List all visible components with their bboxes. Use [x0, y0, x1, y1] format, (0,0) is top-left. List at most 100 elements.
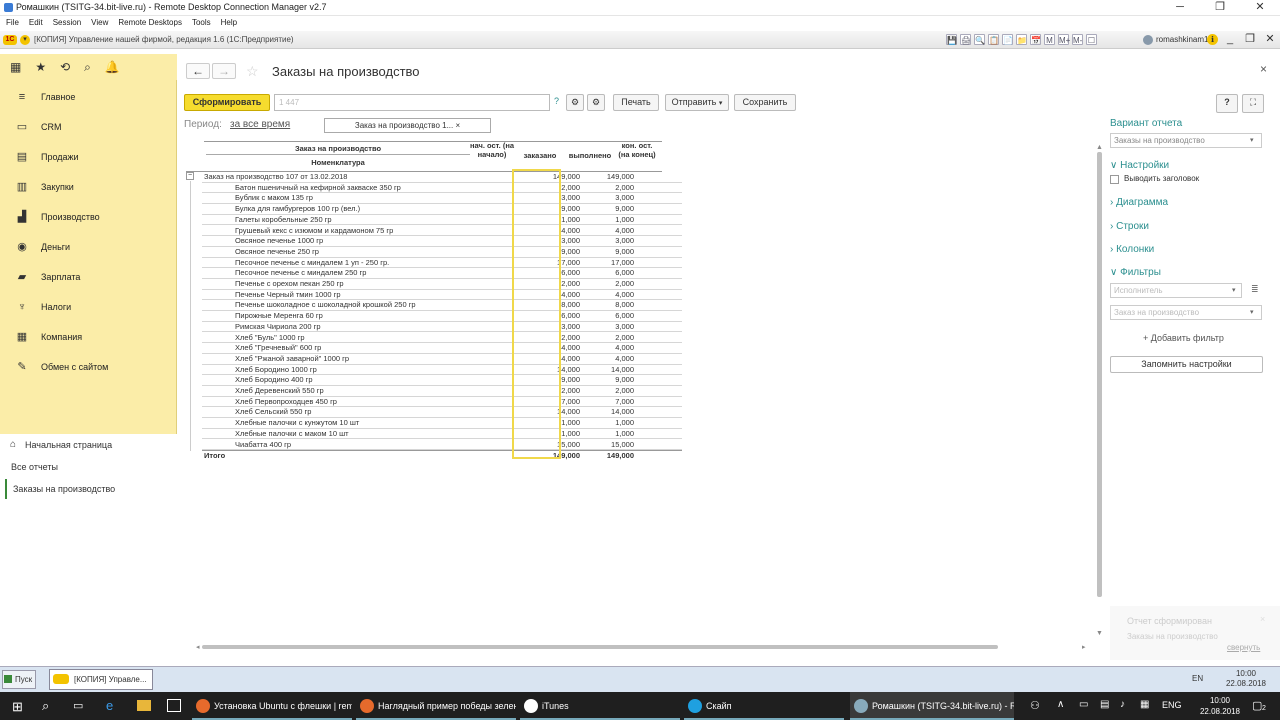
generate-button[interactable]: Сформировать [184, 94, 270, 111]
remember-settings-button[interactable]: Запомнить настройки [1110, 356, 1263, 373]
menu-edit[interactable]: Edit [29, 16, 43, 30]
section-production[interactable]: ▟ Производство [0, 202, 177, 232]
table-row[interactable]: Грушевый кекс с изюмом и кардамоном 75 г… [202, 226, 682, 237]
table-row[interactable]: Галеты коробельные 250 гр 1,000 1,000 [202, 215, 682, 226]
document-icon[interactable]: 📄 [1002, 34, 1013, 45]
app-minimize-button[interactable]: _ [1220, 32, 1240, 48]
settings-group[interactable]: ∨ Настройки [1110, 160, 1169, 171]
filters-group[interactable]: ∨ Фильтры [1110, 267, 1161, 278]
taskbar-task-rdcman[interactable]: Ромашкин (TSITG-34.bit-live.ru) - R... [850, 692, 1014, 720]
table-row[interactable]: Овсяное печенье 250 гр 9,000 9,000 [202, 247, 682, 258]
period-link[interactable]: за все время [230, 119, 290, 130]
search-input[interactable]: 1 447 [274, 94, 550, 111]
table-row[interactable]: Песочное печенье с миндалем 1 уп - 250 г… [202, 258, 682, 269]
vertical-scrollbar[interactable] [1097, 152, 1102, 597]
rd-language-indicator[interactable]: EN [1192, 674, 1203, 683]
scroll-left-icon[interactable]: ◂ [196, 643, 200, 651]
table-row[interactable]: Печенье шоколадное с шоколадной крошкой … [202, 300, 682, 312]
history-icon[interactable]: ⟲ [60, 60, 70, 74]
section-money[interactable]: ◉ Деньги [0, 232, 177, 262]
edge-icon[interactable]: e [106, 698, 113, 713]
store-icon[interactable] [167, 699, 181, 712]
copy-icon[interactable]: 📋 [988, 34, 999, 45]
section-main[interactable]: ≡ Главное [0, 82, 177, 112]
menu-remote-desktops[interactable]: Remote Desktops [118, 16, 182, 30]
collapse-group-icon[interactable]: − [186, 172, 194, 180]
table-row[interactable]: Овсяное печенье 1000 гр 3,000 3,000 [202, 236, 682, 247]
section-sales[interactable]: ▤ Продажи [0, 142, 177, 172]
columns-group[interactable]: › Колонки [1110, 244, 1154, 255]
save-button[interactable]: Сохранить [734, 94, 796, 111]
user-name[interactable]: romashkinam1 [1156, 35, 1208, 44]
report-filter-field[interactable]: Заказ на производство 1... × [324, 118, 491, 133]
back-button[interactable]: ← [186, 63, 210, 79]
table-row[interactable]: Хлеб "Гречневый" 600 гр 4,000 4,000 [202, 343, 682, 354]
apps-icon[interactable]: ▦ [10, 60, 21, 74]
search-icon[interactable]: ⌕ [84, 60, 91, 75]
section-purchases[interactable]: ▥ Закупки [0, 172, 177, 202]
memory-icon[interactable]: M [1044, 34, 1055, 45]
bell-icon[interactable]: 🔔 [105, 60, 120, 74]
table-row[interactable]: Римская Чириола 200 гр 3,000 3,000 [202, 322, 682, 333]
forward-button[interactable]: → [212, 63, 236, 79]
table-row[interactable]: Хлеб Бородино 400 гр 9,000 9,000 [202, 375, 682, 386]
battery-icon[interactable]: ▭ [1079, 699, 1088, 710]
keyboard-icon[interactable]: ▦ [1140, 699, 1149, 710]
table-row[interactable]: Пирожные Меренга 60 гр 6,000 6,000 [202, 311, 682, 322]
filter-performer-input[interactable]: Исполнитель [1110, 283, 1242, 298]
search-icon[interactable]: ⌕ [42, 698, 49, 714]
menu-help[interactable]: Help [221, 16, 237, 30]
menu-file[interactable]: File [6, 16, 19, 30]
scroll-right-icon[interactable]: ▸ [1082, 643, 1086, 651]
calendar-icon[interactable]: 📅 [1030, 34, 1041, 45]
table-row[interactable]: Хлеб Деревенский 550 гр 2,000 2,000 [202, 386, 682, 397]
volume-icon[interactable]: ♪ [1120, 699, 1125, 710]
taskbar-task-itunes[interactable]: iTunes [520, 692, 680, 720]
table-row[interactable]: Хлеб Первопроходцев 450 гр 7,000 7,000 [202, 397, 682, 408]
variant-select[interactable]: Заказы на производство [1110, 133, 1262, 148]
save-icon[interactable]: 💾 [946, 34, 957, 45]
windows-start-icon[interactable]: ⊞ [12, 699, 23, 715]
star-icon[interactable]: ★ [35, 60, 46, 74]
diagram-group[interactable]: › Диаграмма [1110, 197, 1168, 208]
folder-icon[interactable]: 📁 [1016, 34, 1027, 45]
language-indicator[interactable]: ENG [1162, 700, 1182, 710]
help-button[interactable]: ? [1216, 94, 1238, 113]
table-row[interactable]: Чиабатта 400 гр 15,000 15,000 [202, 440, 682, 451]
people-icon[interactable]: ⚇ [1030, 699, 1040, 712]
close-button[interactable]: ✕ [1240, 0, 1280, 16]
menu-tools[interactable]: Tools [192, 16, 211, 30]
window-icon[interactable]: ☐ [1086, 34, 1097, 45]
preview-icon[interactable]: 🔍 [974, 34, 985, 45]
table-row[interactable]: Песочное печенье с миндалем 250 гр 6,000 6… [202, 268, 682, 279]
send-button[interactable]: Отправить ▾ [665, 94, 729, 111]
horizontal-scrollbar[interactable] [202, 645, 998, 649]
app-close-button[interactable]: ✕ [1260, 32, 1280, 48]
filter-dropdown-icon[interactable]: ▾ [1232, 286, 1236, 294]
minimize-button[interactable]: ─ [1160, 0, 1200, 16]
favorite-star-icon[interactable]: ☆ [246, 63, 259, 80]
table-row[interactable]: Бублик с маком 135 гр 3,000 3,000 [202, 193, 682, 205]
table-row[interactable]: Булка для гамбургеров 100 гр (вел.) 9,000… [202, 204, 682, 215]
table-row[interactable]: Хлеб "Ржаной заварной" 1000 гр 4,000 4,000 [202, 354, 682, 365]
scroll-down-icon[interactable]: ▼ [1096, 630, 1103, 637]
print-button[interactable]: Печать [613, 94, 659, 111]
add-filter-link[interactable]: + Добавить фильтр [1143, 333, 1224, 343]
nav-all-reports[interactable]: Все отчеты [5, 457, 177, 477]
rd-clock[interactable]: 10:00 22.08.2018 [1224, 669, 1268, 689]
section-salary[interactable]: ▰ Зарплата [0, 262, 177, 292]
memory-plus-icon[interactable]: M+ [1058, 34, 1070, 45]
info-icon[interactable]: ℹ [1207, 34, 1218, 45]
close-form-icon[interactable]: × [1260, 62, 1267, 76]
table-row[interactable]: Хлеб Сельский 550 гр 14,000 14,000 [202, 407, 682, 419]
rows-group[interactable]: › Строки [1110, 221, 1149, 232]
group-row[interactable]: Заказ на производство 107 от 13.02.2018 1… [202, 172, 682, 183]
scroll-up-icon[interactable]: ▲ [1096, 144, 1103, 151]
fullscreen-button[interactable]: ⛶ [1242, 94, 1264, 113]
menu-view[interactable]: View [91, 16, 108, 30]
section-site-exchange[interactable]: ✎ Обмен с сайтом [0, 352, 177, 382]
menu-session[interactable]: Session [53, 16, 81, 30]
memory-minus-icon[interactable]: M- [1072, 34, 1083, 45]
main-menu-icon[interactable]: ▾ [20, 35, 30, 45]
notification-collapse-link[interactable]: свернуть [1227, 643, 1260, 652]
